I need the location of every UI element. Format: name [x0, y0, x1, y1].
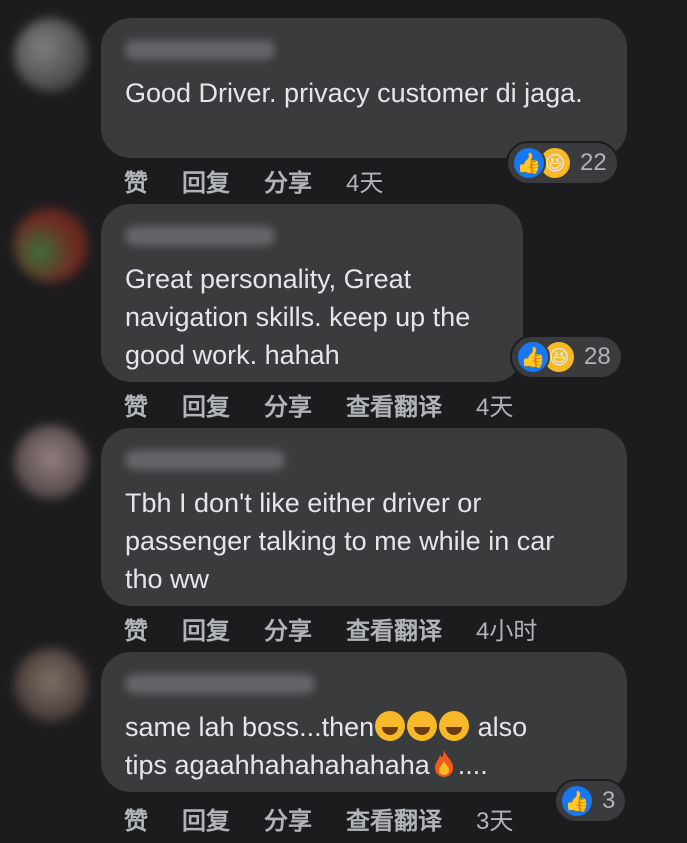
comment-actions: 赞 回复 分享 查看翻译 3天 [124, 801, 547, 836]
see-translation-button[interactable]: 查看翻译 [346, 611, 442, 646]
commenter-name[interactable] [125, 674, 315, 694]
comment-bubble: Tbh I don't like either driver or passen… [101, 428, 627, 606]
comment-text: Good Driver. privacy customer di jaga. [125, 78, 583, 108]
like-button[interactable]: 赞 [124, 801, 148, 836]
share-button[interactable]: 分享 [264, 163, 312, 198]
reaction-count: 22 [580, 149, 607, 176]
avatar[interactable] [14, 208, 88, 282]
commenter-name[interactable] [125, 40, 275, 60]
like-button[interactable]: 赞 [124, 611, 148, 646]
comment-text-part: also [470, 712, 528, 742]
comment-bubble: same lah boss...then also tips agaahhaha… [101, 652, 627, 792]
comment-text: Tbh I don't like either driver or passen… [125, 488, 555, 594]
like-button[interactable]: 赞 [124, 387, 148, 422]
share-button[interactable]: 分享 [264, 387, 312, 422]
comment-text-part: .... [457, 750, 488, 780]
comment-text-part: same lah boss...then [125, 712, 375, 742]
comment-bubble: Great personality, Great navigation skil… [101, 204, 523, 382]
reaction-count: 28 [584, 343, 611, 370]
comment-actions: 赞 回复 分享 查看翻译 4天 [124, 387, 547, 422]
avatar[interactable] [14, 425, 88, 499]
reply-button[interactable]: 回复 [182, 611, 230, 646]
reaction-count: 3 [602, 787, 616, 814]
comment-bubble: Good Driver. privacy customer di jaga. [101, 18, 627, 158]
reply-button[interactable]: 回复 [182, 387, 230, 422]
reaction-summary[interactable]: 👍 😆 22 [506, 141, 619, 185]
comment-actions: 赞 回复 分享 查看翻译 4小时 [124, 611, 571, 646]
comment-actions: 赞 回复 分享 4天 [124, 163, 417, 198]
like-icon: 👍 [512, 146, 546, 180]
comment-text: same lah boss...then also tips agaahhaha… [125, 708, 605, 784]
timestamp[interactable]: 4天 [476, 387, 513, 422]
share-button[interactable]: 分享 [264, 801, 312, 836]
reaction-summary[interactable]: 👍 😆 28 [510, 335, 623, 379]
comment-text: Great personality, Great navigation skil… [125, 264, 471, 370]
like-button[interactable]: 赞 [124, 163, 148, 198]
reaction-summary[interactable]: 👍 3 [554, 779, 628, 823]
avatar[interactable] [14, 648, 88, 722]
laughing-tears-emoji-icon [375, 711, 406, 741]
timestamp[interactable]: 3天 [476, 801, 513, 836]
share-button[interactable]: 分享 [264, 611, 312, 646]
like-icon: 👍 [516, 340, 550, 374]
see-translation-button[interactable]: 查看翻译 [346, 387, 442, 422]
comment-text-part: tips agaahhahahahahaha [125, 750, 430, 780]
see-translation-button[interactable]: 查看翻译 [346, 801, 442, 836]
reply-button[interactable]: 回复 [182, 801, 230, 836]
timestamp[interactable]: 4小时 [476, 611, 537, 646]
laughing-tears-emoji-icon [407, 711, 438, 741]
timestamp[interactable]: 4天 [346, 163, 383, 198]
avatar[interactable] [14, 18, 88, 92]
commenter-name[interactable] [125, 450, 285, 470]
laughing-tears-emoji-icon [439, 711, 470, 741]
fire-emoji-icon [434, 750, 453, 777]
reply-button[interactable]: 回复 [182, 163, 230, 198]
commenter-name[interactable] [125, 226, 275, 246]
like-icon: 👍 [560, 784, 594, 818]
